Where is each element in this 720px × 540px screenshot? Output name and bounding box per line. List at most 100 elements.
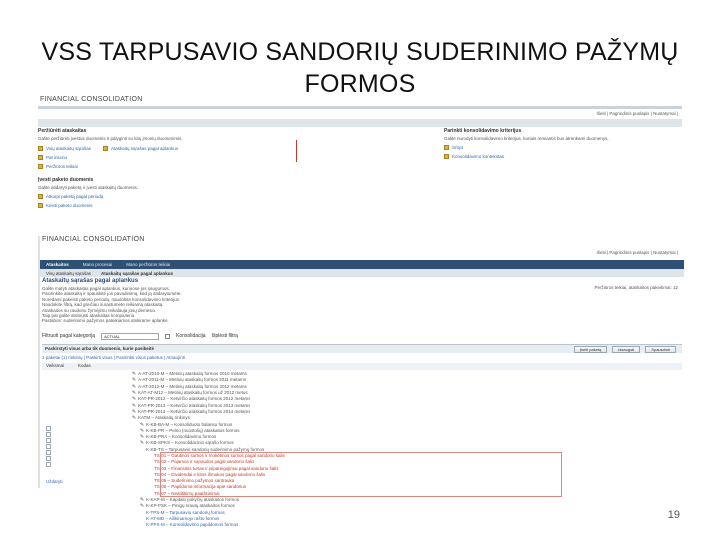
grid-heading-text: Paskirstyti visus arba tik duomenis, kur… bbox=[45, 346, 155, 351]
tree-row-label[interactable]: K-TPS-M – Tarpusavio sandorių formos bbox=[146, 510, 225, 516]
pencil-icon[interactable]: ✎ bbox=[130, 390, 138, 396]
panel-heading: Įvesti paketo duomenis bbox=[38, 177, 94, 183]
link-label[interactable]: Atkurpi paketą pagal periodą bbox=[46, 194, 103, 199]
row-checkbox[interactable] bbox=[46, 444, 51, 449]
row-checkbox[interactable] bbox=[46, 462, 51, 467]
nav-band bbox=[38, 119, 682, 127]
category-select[interactable]: ACTUAL bbox=[101, 332, 160, 340]
pencil-icon[interactable]: ✎ bbox=[130, 415, 138, 421]
link-label[interactable]: Peržiūros teikiai bbox=[46, 164, 78, 169]
tree-row-label[interactable]: K-KP-PSK – Pinigų srautų ataskaitos form… bbox=[146, 503, 235, 509]
row-checkbox[interactable] bbox=[46, 438, 51, 443]
panel-view-reports: Peržiūrėti ataskaitas Galite peržiūrėti … bbox=[38, 128, 360, 170]
tree-row-label[interactable]: A-AT-2010-M – Metinių ataskaitų formos 2… bbox=[138, 371, 247, 377]
tree-row-label[interactable]: KATM – Ataskaitų rinkinys bbox=[138, 415, 190, 421]
expand-filter-link[interactable]: Išplėsti filtrą bbox=[212, 333, 238, 339]
pencil-icon[interactable]: ✎ bbox=[130, 377, 138, 383]
panel-text: Galite atidaryti paketą ir įvesti ataska… bbox=[38, 185, 139, 190]
grid-buttons: Įkelti paketą Išsaugoti Spausdinti bbox=[573, 346, 676, 353]
link-reports-by-folder[interactable]: Ataskaitų sąrašas pagal aplankus bbox=[102, 146, 178, 152]
folder-icon bbox=[444, 145, 449, 151]
link-all-reports[interactable]: Visų ataskaitų sąrašas bbox=[38, 146, 91, 152]
panel-criteria: Parinkti konsolidavimo kriterijus Galite… bbox=[444, 128, 674, 160]
pencil-icon[interactable]: ✎ bbox=[138, 503, 146, 509]
report-tree: ✎ A-AT-2010-M – Metinių ataskaitų formos … bbox=[42, 371, 682, 528]
pencil-icon[interactable]: ✎ bbox=[130, 403, 138, 409]
highlight-marker bbox=[296, 140, 297, 162]
panel-heading: Peržiūrėti ataskaitas bbox=[38, 128, 87, 134]
link-label[interactable]: Sritys bbox=[452, 145, 463, 150]
pencil-icon[interactable]: ✎ bbox=[138, 440, 146, 446]
tree-row-label[interactable]: K-KAP-M – Kapitalo pokyčių ataskaitos fo… bbox=[146, 497, 239, 503]
tab-my-reviews[interactable]: Mano peržiūros teikiai bbox=[126, 262, 170, 267]
top-links[interactable]: Išeiti | Pagrindinis puslapis | Nustatym… bbox=[596, 250, 678, 255]
link-areas[interactable]: Sritys bbox=[444, 145, 674, 151]
close-link[interactable]: Uždaryti bbox=[46, 479, 63, 485]
folder-icon bbox=[38, 146, 43, 152]
pencil-icon[interactable]: ✎ bbox=[130, 409, 138, 415]
print-button[interactable]: Spausdinti bbox=[645, 346, 676, 353]
pencil-icon[interactable]: ✎ bbox=[130, 396, 138, 402]
main-tabs: Ataskaitos Mano procesai Mano peržiūros … bbox=[40, 260, 684, 269]
folder-icon bbox=[38, 155, 43, 161]
link-inscriptions[interactable]: Pat inscriu bbox=[38, 155, 360, 161]
checkbox-label: Konsolidacija bbox=[176, 333, 206, 339]
panel-heading: Parinkti konsolidavimo kriterijus bbox=[444, 128, 522, 134]
subtab-reports-by-folder[interactable]: Ataskaitų sąrašas pagal aplankus bbox=[101, 271, 173, 276]
slide-title: VSS TARPUSAVIO SANDORIŲ SUDERINIMO PAŽYM… bbox=[41, 38, 679, 98]
tree-row-label[interactable]: KAT-PR-2014 – Ketvirčio ataskaitų formos… bbox=[138, 409, 250, 415]
app-title: FINANCIAL CONSOLIDATION bbox=[42, 236, 145, 243]
pencil-icon[interactable]: ✎ bbox=[138, 434, 146, 440]
tree-row-label[interactable]: A-AT-2011-M – Metinių ataskaitų formos 2… bbox=[138, 377, 246, 383]
save-button[interactable]: Išsaugoti bbox=[612, 346, 641, 353]
tree-row-label[interactable]: KAT-PR-2013 – Ketvirčio ataskaitų formos… bbox=[138, 403, 250, 409]
tree-row-label[interactable]: KAT-AT-M12 – Metinių ataskaitų formos už… bbox=[138, 390, 248, 396]
subtab-all-reports[interactable]: Visų ataskaitų sąrašas bbox=[46, 271, 91, 276]
tree-row-label[interactable]: K-AT-MD – Aiškinamojo rašto formos bbox=[146, 516, 219, 522]
link-edit-package[interactable]: Keisti paketo duomenis bbox=[38, 203, 360, 209]
top-links[interactable]: Išeiti | Pagrindinis puslapis | Nustatym… bbox=[596, 111, 678, 116]
consolidation-checkbox[interactable] bbox=[165, 333, 171, 339]
link-label[interactable]: Keisti paketo duomenis bbox=[46, 203, 93, 208]
column-actions: Veiksmai bbox=[46, 363, 65, 368]
review-note[interactable]: Peržiūros teikiai, ataskaitos pakeitimai… bbox=[594, 285, 678, 290]
link-label[interactable]: Konsolidavimo kontekstas bbox=[452, 154, 504, 159]
pencil-icon[interactable]: ✎ bbox=[130, 384, 138, 390]
row-checkbox[interactable] bbox=[46, 426, 51, 431]
tree-row-label[interactable]: K-KB-PRA – Konsolidavimo formos bbox=[146, 434, 216, 440]
pencil-icon[interactable]: ✎ bbox=[130, 371, 138, 377]
top-bar bbox=[38, 106, 682, 109]
screenshot-reports: FINANCIAL CONSOLIDATION Išeiti | Pagrind… bbox=[38, 236, 684, 527]
link-review-items[interactable]: Peržiūros teikiai bbox=[38, 164, 360, 170]
load-package-button[interactable]: Įkelti paketą bbox=[573, 346, 608, 353]
tree-row-label[interactable]: KAT-PR-2012 – Ketvirčio ataskaitų formos… bbox=[138, 396, 250, 402]
folder-icon bbox=[38, 203, 43, 209]
link-label[interactable]: Pat inscriu bbox=[46, 155, 67, 160]
instructions: Galite matyti ataskaitas pagal aplankus,… bbox=[42, 286, 502, 324]
row-checkbox[interactable] bbox=[46, 456, 51, 461]
link-restore-package[interactable]: Atkurpi paketą pagal periodą bbox=[38, 194, 360, 200]
tree-row-label[interactable]: K-KB-SPKS – Konsolidacinio sąrašo formos bbox=[146, 440, 234, 446]
page-number: 19 bbox=[667, 509, 680, 521]
row-checkbox[interactable] bbox=[46, 450, 51, 455]
tree-row-label[interactable]: K-KB-PR – Pelno (nuostolių) ataskaitos f… bbox=[146, 428, 240, 434]
column-headers: Veiksmai Kodas bbox=[42, 363, 682, 370]
pencil-icon[interactable]: ✎ bbox=[138, 497, 146, 503]
summary-row[interactable]: 1 paketai (1) rinkinių | Paskirti visus … bbox=[42, 355, 682, 362]
highlight-box bbox=[160, 452, 562, 497]
app-title: FINANCIAL CONSOLIDATION bbox=[40, 96, 143, 103]
pencil-icon[interactable]: ✎ bbox=[138, 428, 146, 434]
tab-my-processes[interactable]: Mano procesai bbox=[83, 262, 113, 267]
link-label[interactable]: Visų ataskaitų sąrašas bbox=[46, 146, 91, 151]
tree-row-label[interactable]: K-PPS-M – Konsolidavimo papildomos formo… bbox=[146, 522, 238, 528]
column-code: Kodas bbox=[78, 363, 91, 368]
pencil-icon[interactable]: ✎ bbox=[138, 422, 146, 428]
filter-row: Filtruoti pagal kategoriją ACTUAL Konsol… bbox=[42, 331, 682, 341]
link-label[interactable]: Ataskaitų sąrašas pagal aplankus bbox=[111, 146, 178, 151]
tab-reports[interactable]: Ataskaitos bbox=[46, 262, 69, 267]
link-context[interactable]: Konsolidavimo kontekstas bbox=[444, 154, 674, 160]
tree-row[interactable]: K-PPS-M – Konsolidavimo papildomos formo… bbox=[42, 522, 682, 528]
tree-row-label[interactable]: K-KB-BA-M – Konsoliduoto balanso formos bbox=[146, 422, 232, 428]
tree-row-label[interactable]: A-AT-2012-M – Metinių ataskaitų formos 2… bbox=[138, 384, 247, 390]
row-checkbox[interactable] bbox=[46, 432, 51, 437]
